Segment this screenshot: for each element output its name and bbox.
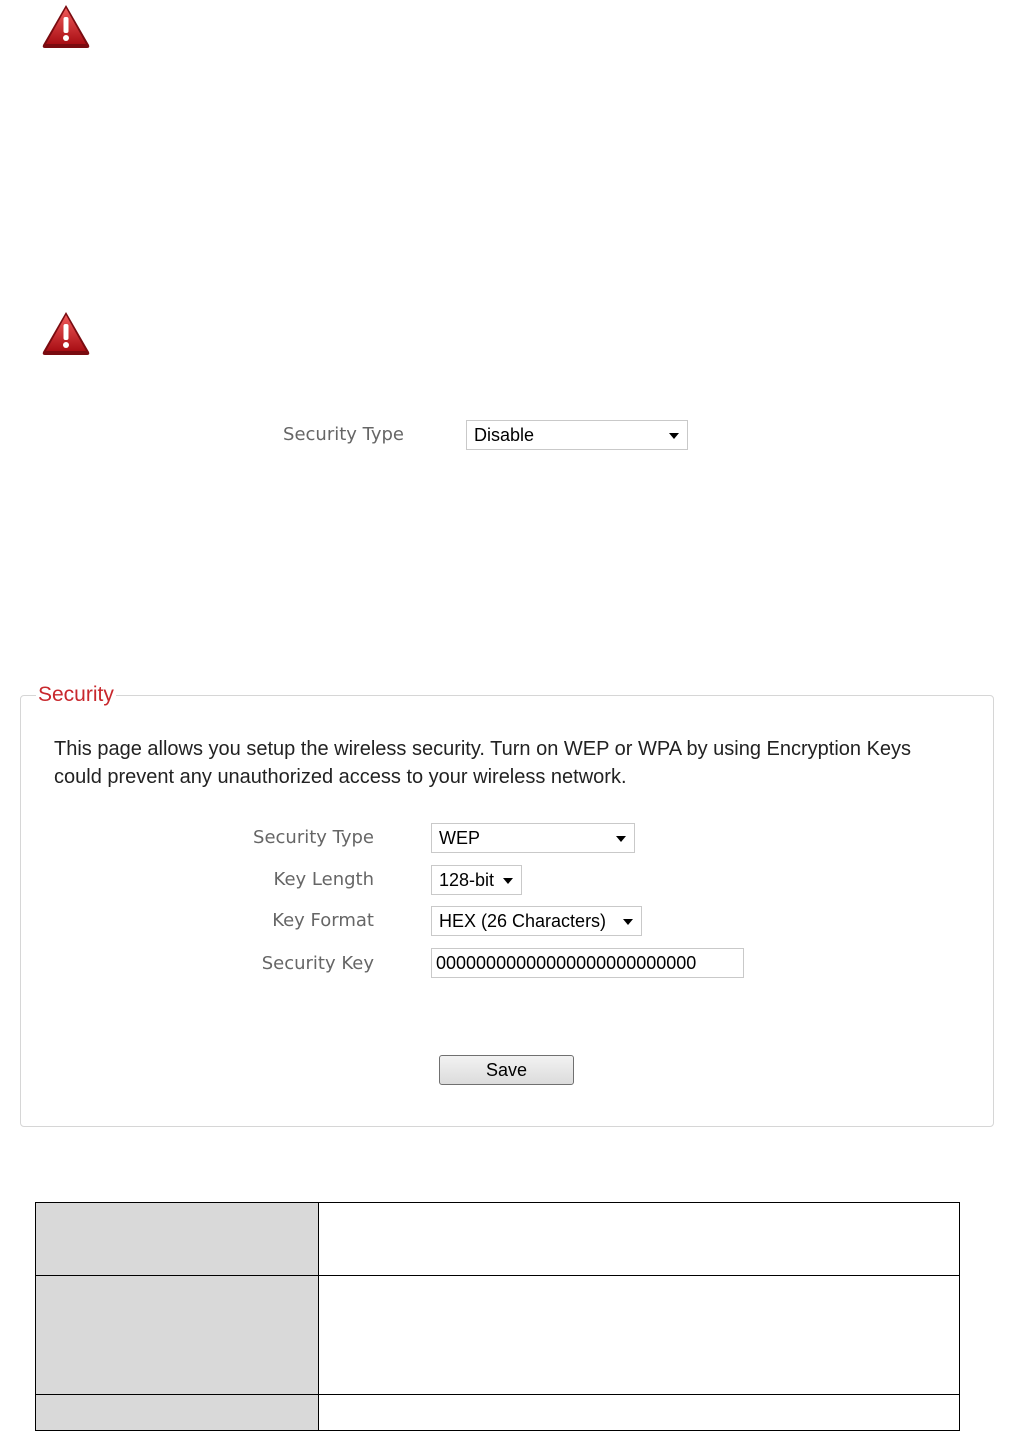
key-format-select[interactable]: HEX (26 Characters)	[431, 906, 642, 936]
panel-title: Security	[36, 683, 116, 707]
key-length-value: 128-bit	[439, 870, 495, 890]
security-type-value: WEP	[439, 828, 481, 848]
save-button[interactable]: Save	[439, 1055, 574, 1085]
security-type-label: Security Type	[283, 424, 404, 445]
table-row	[35, 1202, 960, 1276]
security-type-select[interactable]: Disable	[466, 420, 688, 450]
description-table	[35, 1202, 960, 1431]
chevron-down-icon	[669, 433, 679, 439]
table-key-cell	[35, 1275, 319, 1395]
key-length-select[interactable]: 128-bit	[431, 865, 522, 895]
table-key-cell	[35, 1202, 319, 1276]
table-key-cell	[35, 1394, 319, 1431]
security-type-value: Disable	[474, 425, 535, 445]
key-length-label: Key Length	[273, 869, 374, 890]
table-value-cell	[318, 1394, 960, 1431]
key-format-label: Key Format	[272, 910, 374, 931]
chevron-down-icon	[616, 836, 626, 842]
table-value-cell	[318, 1275, 960, 1395]
security-type-select[interactable]: WEP	[431, 823, 635, 853]
key-format-value: HEX (26 Characters)	[439, 911, 607, 931]
table-value-cell	[318, 1202, 960, 1276]
security-key-input[interactable]: 00000000000000000000000000	[431, 948, 744, 978]
security-key-label: Security Key	[261, 953, 374, 974]
warning-icon	[40, 309, 92, 357]
security-type-label: Security Type	[253, 827, 374, 848]
table-row	[35, 1394, 960, 1431]
panel-description: This page allows you setup the wireless …	[54, 738, 912, 788]
table-row	[35, 1275, 960, 1395]
chevron-down-icon	[503, 878, 513, 884]
warning-icon	[40, 2, 92, 50]
chevron-down-icon	[623, 919, 633, 925]
